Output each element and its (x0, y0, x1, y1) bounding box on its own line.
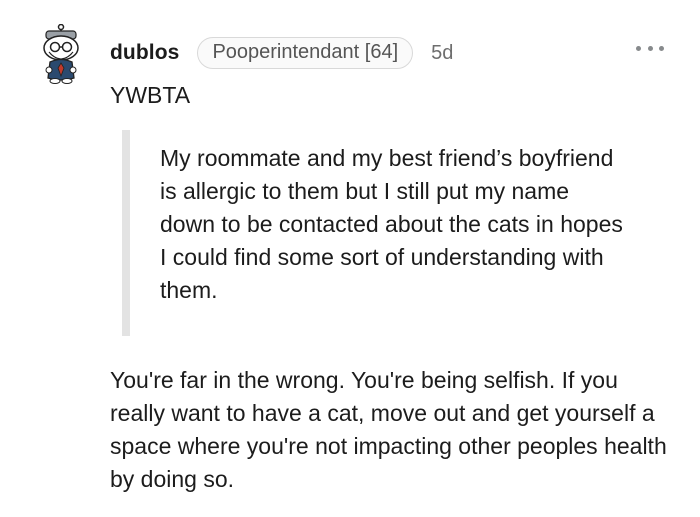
dot (636, 45, 641, 51)
comment-header: dublos Pooperintendant [64] 5d (110, 34, 453, 72)
dot (647, 45, 653, 51)
username-link[interactable]: dublos (110, 41, 179, 65)
blockquote: My roommate and my best friend’s boyfrie… (122, 130, 642, 336)
user-flair: Pooperintendant [64] (197, 37, 414, 69)
quote-text: My roommate and my best friend’s boyfrie… (160, 145, 623, 303)
more-dots-icon[interactable] (636, 38, 664, 58)
snoo-avatar-icon (43, 23, 79, 84)
comment-card: dublos Pooperintendant [64] 5d YWBTA My … (0, 0, 700, 517)
comment-age[interactable]: 5d (431, 42, 453, 65)
avatar[interactable] (36, 23, 86, 84)
comment-verdict: YWBTA (110, 82, 191, 108)
comment-body: You're far in the wrong. You're being se… (110, 367, 667, 492)
quote-bar (122, 130, 130, 336)
dot (659, 45, 664, 51)
